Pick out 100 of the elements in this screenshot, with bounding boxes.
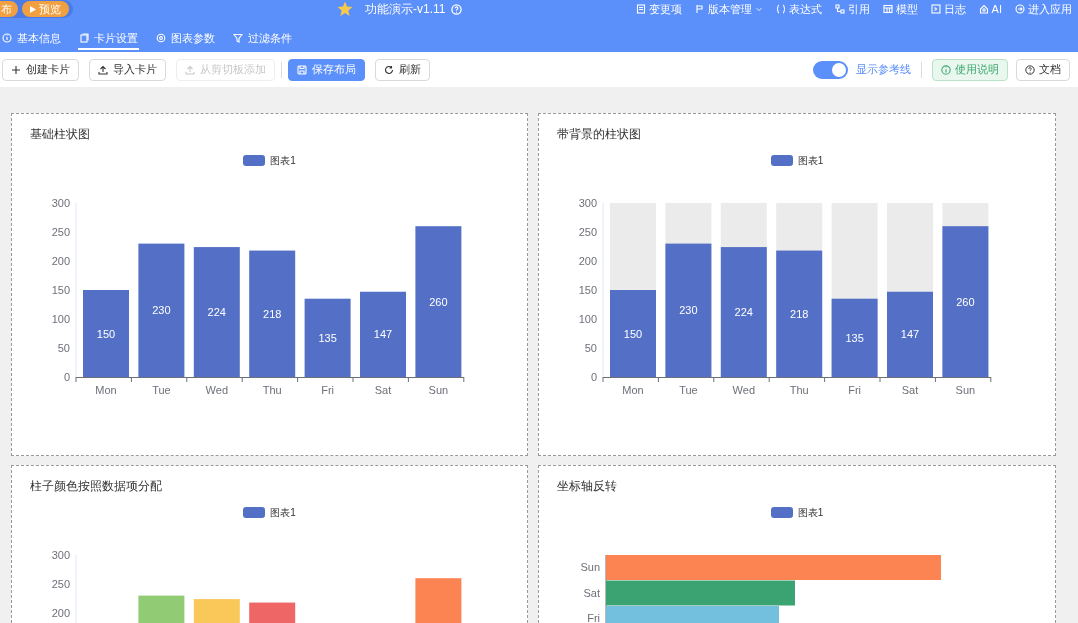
y-axis-line xyxy=(605,554,607,623)
menu-item[interactable]: 模型 xyxy=(882,0,918,18)
enter-icon xyxy=(1015,4,1025,14)
y-tick-label: 0 xyxy=(590,371,597,383)
menu-item[interactable]: 日志 xyxy=(930,0,966,18)
x-tick-label: Tue xyxy=(679,384,698,396)
copy-icon xyxy=(79,33,89,43)
card-title: 带背景的柱状图 xyxy=(557,126,642,143)
y-tick-label: 100 xyxy=(578,313,597,325)
upload-icon xyxy=(185,64,195,75)
bar-value-label: 260 xyxy=(956,295,975,308)
bar-value-label: 230 xyxy=(679,304,698,317)
gear-icon xyxy=(156,33,166,43)
y-tick-label: 150 xyxy=(578,284,597,296)
info-icon xyxy=(2,33,12,43)
y-tick-label: 250 xyxy=(51,226,70,238)
save-button[interactable]: 保存布局 xyxy=(288,58,365,81)
card-title: 基础柱状图 xyxy=(30,126,91,143)
bar-value-label: 218 xyxy=(263,307,282,320)
y-tick-label: 100 xyxy=(51,313,70,325)
x-tick-label: Wed xyxy=(205,384,228,396)
menu-item[interactable]: 进入应用 xyxy=(1015,0,1072,18)
menu-item[interactable]: 版本管理 xyxy=(694,0,763,18)
save-icon xyxy=(297,64,307,75)
create-button[interactable]: 创建卡片 xyxy=(2,58,79,81)
y-tick-label: 300 xyxy=(51,197,70,209)
bar-value-label: 224 xyxy=(207,306,226,319)
menu-item[interactable]: 变更项 xyxy=(635,0,682,18)
preview-button[interactable]: 预览 xyxy=(22,1,69,17)
star-icon xyxy=(337,1,353,17)
legend-label: 图表1 xyxy=(797,505,824,520)
braces-icon xyxy=(775,4,786,14)
x-tick-label: Mon xyxy=(95,384,117,396)
x-tick-label: Thu xyxy=(789,384,809,396)
x-tick-label: Sun xyxy=(955,384,976,396)
tab[interactable]: 过滤条件 xyxy=(232,28,293,50)
bar-value-label: 150 xyxy=(623,327,643,340)
bar-value-label: 230 xyxy=(152,304,171,317)
y-tick-label: Sat xyxy=(583,586,600,599)
bar-value-label: 150 xyxy=(96,327,116,340)
y-tick-label: 300 xyxy=(51,549,70,561)
bar-value-label: 135 xyxy=(845,331,864,344)
y-tick-label: 50 xyxy=(57,342,70,354)
y-tick-label: 200 xyxy=(578,255,597,267)
plus-icon xyxy=(11,64,21,75)
guide-toggle-label: 显示参考线 xyxy=(856,62,911,78)
help-icon[interactable] xyxy=(451,3,463,15)
bar-value-label: 224 xyxy=(734,306,753,319)
play-icon xyxy=(30,5,36,13)
legend-label: 图表1 xyxy=(270,153,296,168)
x-tick-label: Thu xyxy=(262,384,282,396)
docs-button[interactable]: 文档 xyxy=(1016,58,1070,81)
publish-button[interactable]: 布 xyxy=(0,1,18,17)
app-title: 功能演示-v1.11 xyxy=(365,1,446,18)
y-tick-label: 50 xyxy=(584,342,597,354)
x-tick-label: Sat xyxy=(374,384,392,396)
card-title: 柱子颜色按照数据项分配 xyxy=(30,478,163,495)
y-tick-label: 300 xyxy=(578,197,597,209)
refresh-icon xyxy=(384,64,394,75)
legend-label: 图表1 xyxy=(797,153,824,168)
guide-toggle[interactable] xyxy=(813,60,848,79)
tab[interactable]: 基本信息 xyxy=(1,28,62,50)
menu-item[interactable]: AI xyxy=(978,0,1002,18)
upload-icon xyxy=(98,64,108,75)
bar-value-label: 218 xyxy=(790,307,809,320)
link-nodes-icon xyxy=(834,4,845,14)
help-button[interactable]: 使用说明 xyxy=(932,58,1008,81)
refresh-button[interactable]: 刷新 xyxy=(375,58,430,81)
y-tick-label: 200 xyxy=(51,255,70,267)
x-tick-label: Fri xyxy=(321,384,334,396)
import-button[interactable]: 导入卡片 xyxy=(89,58,166,81)
legend-label: 图表1 xyxy=(270,505,296,520)
y-tick-label: 250 xyxy=(578,226,597,238)
bar-value-label: 147 xyxy=(900,328,920,341)
tab[interactable]: 卡片设置 xyxy=(78,28,139,50)
terminal-icon xyxy=(930,4,941,14)
bar-value-label: 135 xyxy=(318,331,337,344)
x-tick-label: Tue xyxy=(152,384,171,396)
menu-item[interactable]: 表达式 xyxy=(775,0,822,18)
table-icon xyxy=(882,4,893,14)
x-tick-label: Fri xyxy=(848,384,861,396)
x-tick-label: Wed xyxy=(732,384,755,396)
filter-icon xyxy=(233,33,243,43)
y-tick-label: 0 xyxy=(63,371,70,383)
tab[interactable]: 图表参数 xyxy=(155,28,216,50)
y-tick-label: Fri xyxy=(587,612,600,623)
card-title: 坐标轴反转 xyxy=(557,478,618,495)
x-tick-label: Sun xyxy=(428,384,449,396)
menu-item[interactable]: 引用 xyxy=(834,0,870,18)
y-tick-label: 200 xyxy=(51,607,70,619)
bar-value-label: 147 xyxy=(373,328,393,341)
y-tick-label: 250 xyxy=(51,578,70,590)
x-tick-label: Sat xyxy=(901,384,919,396)
list-icon xyxy=(635,4,646,14)
x-tick-label: Mon xyxy=(622,384,644,396)
help-icon xyxy=(1025,64,1035,75)
y-tick-label: Sun xyxy=(580,561,600,573)
y-tick-label: 150 xyxy=(51,284,70,296)
info-icon xyxy=(941,64,951,75)
flag-icon xyxy=(694,4,705,14)
